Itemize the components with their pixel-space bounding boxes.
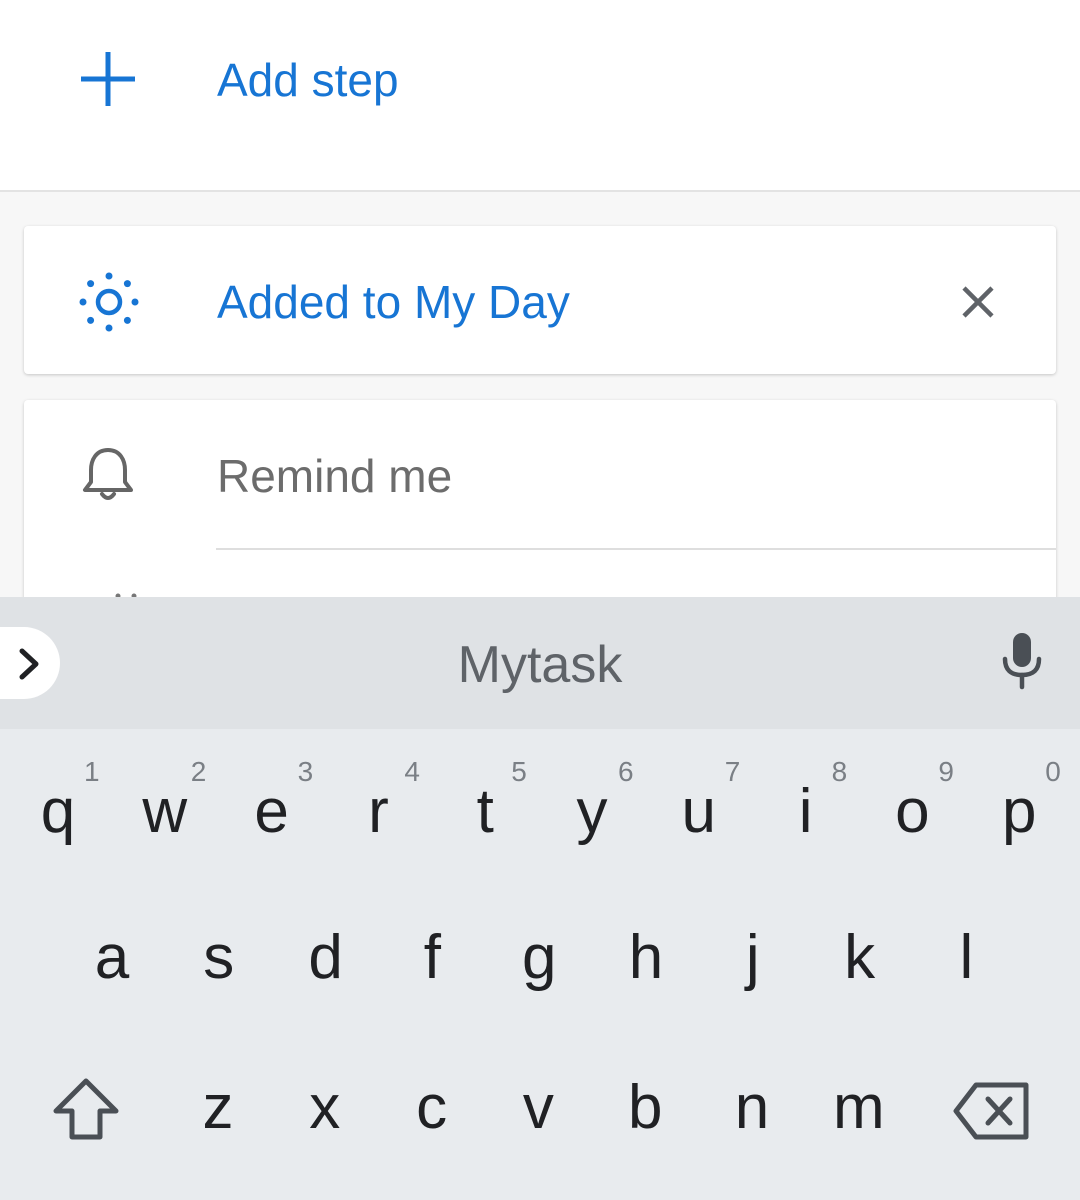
key-number-hint: 4: [404, 756, 420, 787]
sun-icon: [79, 272, 139, 332]
remind-me-label: Remind me: [217, 450, 453, 502]
key-number-hint: 1: [84, 756, 100, 787]
shift-icon[interactable]: [50, 1075, 122, 1143]
add-step-label: Add step: [217, 54, 399, 106]
key-letter: v: [522, 1073, 554, 1142]
soft-keyboard: Mytask q1w2e3r4t5y6u7i8o9p0 asdfghjkl zx…: [0, 597, 1080, 1200]
key-letter: y: [576, 777, 608, 846]
key[interactable]: t5: [435, 749, 535, 879]
key[interactable]: k: [810, 903, 910, 1033]
key-letter: m: [832, 1073, 885, 1142]
key-letter: w: [142, 777, 188, 846]
mic-icon[interactable]: [996, 631, 1048, 691]
key[interactable]: r4: [328, 749, 428, 879]
plus-icon: [81, 52, 135, 106]
close-icon[interactable]: [956, 280, 1000, 324]
key-letter: k: [844, 923, 876, 992]
key[interactable]: d: [276, 903, 376, 1033]
key[interactable]: a: [62, 903, 162, 1033]
key-letter: e: [254, 777, 289, 846]
key[interactable]: c: [382, 1053, 482, 1183]
key-letter: c: [416, 1073, 448, 1142]
key[interactable]: h: [596, 903, 696, 1033]
key[interactable]: o9: [862, 749, 962, 879]
key-letter: g: [521, 923, 557, 992]
key-letter: z: [202, 1073, 234, 1142]
key-number-hint: 2: [190, 756, 207, 787]
key[interactable]: n: [702, 1053, 802, 1183]
key[interactable]: e3: [222, 749, 322, 879]
key[interactable]: u7: [649, 749, 749, 879]
key-number-hint: 9: [938, 756, 954, 787]
divider: [216, 548, 1056, 550]
key-letter: u: [681, 777, 717, 846]
key-letter: n: [734, 1073, 770, 1142]
task-steps-panel: Add step: [0, 0, 1080, 192]
key-letter: d: [308, 923, 343, 992]
key[interactable]: i8: [756, 749, 856, 879]
key[interactable]: w2: [115, 749, 215, 879]
key-letter: s: [203, 923, 235, 992]
reminder-card: Remind me: [24, 400, 1056, 620]
key[interactable]: z: [168, 1053, 268, 1183]
key-letter: p: [1001, 777, 1037, 846]
key[interactable]: j: [703, 903, 803, 1033]
suggestion-strip: Mytask: [0, 597, 1080, 729]
key-number-hint: 5: [511, 756, 527, 787]
key[interactable]: v: [488, 1053, 588, 1183]
key-number-hint: 6: [618, 756, 634, 787]
key-letter: r: [368, 777, 389, 846]
key[interactable]: l: [916, 903, 1016, 1033]
key-number-hint: 0: [1045, 756, 1061, 787]
key-letter: h: [628, 923, 664, 992]
key-number-hint: 7: [724, 756, 741, 787]
key[interactable]: y6: [542, 749, 642, 879]
my-day-label: Added to My Day: [217, 276, 570, 328]
key[interactable]: p0: [969, 749, 1069, 879]
my-day-card[interactable]: Added to My Day: [24, 226, 1056, 374]
key[interactable]: q1: [8, 749, 108, 879]
key[interactable]: g: [489, 903, 589, 1033]
key-number-hint: 8: [831, 756, 848, 787]
key-letter: x: [309, 1073, 341, 1142]
key[interactable]: f: [382, 903, 482, 1033]
key[interactable]: m: [809, 1053, 909, 1183]
key[interactable]: s: [169, 903, 269, 1033]
key[interactable]: b: [595, 1053, 695, 1183]
key-letter: b: [627, 1073, 663, 1142]
key[interactable]: x: [275, 1053, 375, 1183]
key-letter: j: [745, 923, 760, 992]
key-letter: q: [40, 777, 76, 846]
remind-me-row[interactable]: Remind me: [24, 400, 1056, 548]
key-letter: a: [94, 923, 130, 992]
key-number-hint: 3: [297, 756, 314, 787]
key-letter: o: [895, 777, 930, 846]
bell-icon: [83, 448, 133, 500]
add-step-button[interactable]: Add step: [0, 0, 1080, 160]
key-letter: i: [798, 777, 813, 846]
word-suggestion[interactable]: Mytask: [0, 635, 1080, 695]
backspace-icon[interactable]: [952, 1081, 1032, 1141]
key-letter: l: [959, 923, 974, 992]
key-letter: f: [423, 923, 441, 992]
key-letter: t: [476, 777, 494, 846]
